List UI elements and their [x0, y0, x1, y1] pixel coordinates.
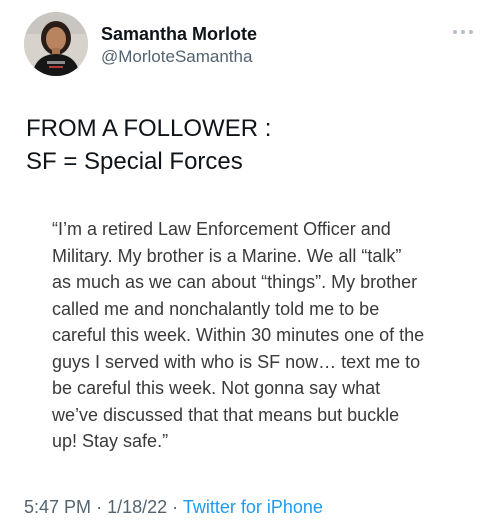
quote-line: “I’m a retired Law Enforcement Officer a… [52, 219, 391, 239]
quote-line: up! Stay safe.” [52, 431, 169, 451]
display-name[interactable]: Samantha Morlote [101, 24, 257, 45]
profile-photo-icon [24, 12, 88, 76]
tweet-source-link[interactable]: Twitter for iPhone [183, 497, 323, 517]
quote-line: Military. My brother is a Marine. We all… [52, 245, 402, 266]
tweet-meta: 5:47 PM · 1/18/22 · Twitter for iPhone [24, 497, 323, 518]
user-handle[interactable]: @MorloteSamantha [101, 47, 252, 67]
quote-line: be careful this week. Not gonna say what [52, 378, 381, 398]
more-dot [469, 30, 473, 34]
more-dot [461, 30, 465, 34]
more-options-icon[interactable] [448, 22, 478, 42]
quote-line: we’ve discussed that that means but buck… [52, 404, 400, 425]
quote-line: guys I served with who is SF now… text m… [52, 351, 421, 372]
tweet-card: Samantha Morlote @MorloteSamantha FROM A… [0, 0, 499, 524]
quote-line: as much as we can about “things”. My bro… [52, 272, 418, 292]
tweet-quote: “I’m a retired Law Enforcement Officer a… [52, 216, 472, 455]
quote-line: careful this week. Within 30 minutes one… [52, 325, 425, 345]
meta-separator: · [172, 497, 179, 517]
avatar[interactable] [24, 12, 88, 76]
quote-line: called me and nonchalantly told me to be [52, 298, 380, 319]
more-dot [453, 30, 457, 34]
headline-line: FROM A FOLLOWER : [26, 115, 272, 142]
headline-line: SF = Special Forces [26, 148, 243, 175]
tweet-time[interactable]: 5:47 PM [24, 497, 91, 517]
meta-separator: · [96, 497, 103, 517]
tweet-date[interactable]: 1/18/22 [107, 497, 167, 517]
tweet-headline: FROM A FOLLOWER : SF = Special Forces [26, 112, 271, 178]
